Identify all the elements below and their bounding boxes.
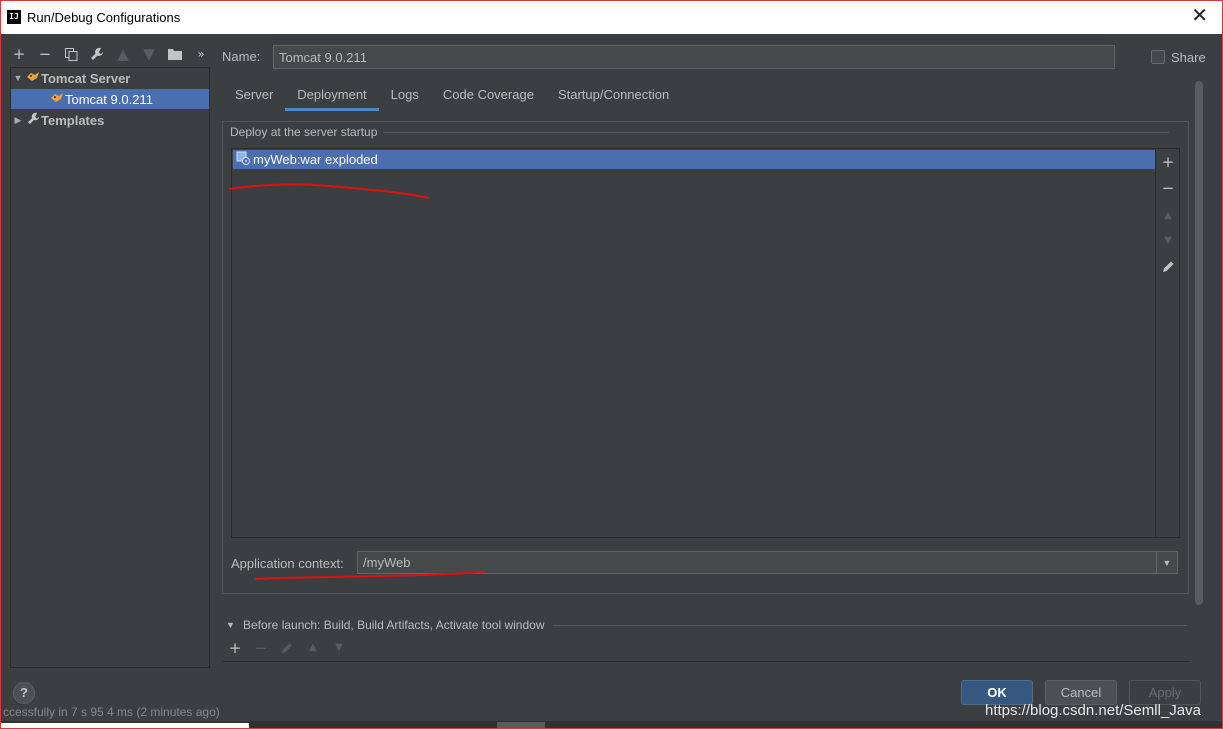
folder-icon[interactable] — [167, 46, 183, 62]
share-label[interactable]: Share — [1171, 50, 1206, 65]
edit-pencil-icon[interactable] — [1159, 257, 1177, 275]
tree-item-label: Tomcat 9.0.211 — [65, 91, 153, 107]
before-launch-toolbar: + − ▲ ▼ — [227, 640, 347, 656]
watermark-text: https://blog.csdn.net/Semll_Java — [985, 702, 1201, 719]
artifact-list[interactable]: myWeb:war exploded — [231, 148, 1156, 538]
name-input[interactable] — [273, 45, 1115, 69]
before-launch-title[interactable]: Before launch: Build, Build Artifacts, A… — [243, 618, 545, 632]
edit-task-icon — [279, 640, 295, 656]
move-down-icon: ▼ — [335, 642, 343, 653]
tomcat-icon — [49, 92, 65, 107]
application-context-value[interactable]: /myWeb — [363, 555, 410, 570]
before-launch-divider — [553, 625, 1187, 626]
config-toolbar: + − ▲ ▼ » — [11, 43, 209, 65]
tab-deployment[interactable]: Deployment — [285, 83, 379, 111]
intellij-app-icon: IJ — [7, 10, 21, 24]
artifact-label: myWeb:war exploded — [253, 152, 378, 167]
background-status-text: ccessfully in 7 s 95 4 ms (2 minutes ago… — [3, 707, 220, 719]
add-icon[interactable]: + — [11, 46, 27, 62]
expand-arrow-icon[interactable]: ▼ — [11, 73, 25, 83]
taskbar-segment — [497, 722, 545, 728]
group-divider — [379, 132, 1169, 133]
remove-icon[interactable]: − — [37, 46, 53, 62]
move-down-icon: ▼ — [143, 45, 155, 63]
remove-artifact-icon[interactable]: − — [1159, 179, 1177, 197]
collapse-arrow-icon[interactable]: ▼ — [226, 620, 235, 630]
wrench-icon — [25, 112, 41, 128]
configuration-tree: ▼ Tomcat Server Tomcat 9.0.211 ▶ Templat… — [10, 67, 210, 668]
move-down-icon: ▼ — [1164, 234, 1172, 246]
config-tabs: Server Deployment Logs Code Coverage Sta… — [223, 83, 681, 111]
tree-item-templates[interactable]: ▶ Templates — [11, 110, 209, 130]
artifact-icon — [233, 151, 253, 168]
tab-startup-connection[interactable]: Startup/Connection — [546, 83, 681, 111]
tab-code-coverage[interactable]: Code Coverage — [431, 83, 546, 111]
application-context-combo[interactable]: /myWeb ▼ — [357, 551, 1178, 574]
run-debug-dialog: IJ Run/Debug Configurations ✕ + − ▲ ▼ » … — [0, 0, 1223, 729]
tree-item-tomcat-config[interactable]: Tomcat 9.0.211 — [11, 89, 209, 109]
taskbar-segment — [1, 723, 249, 728]
chevron-down-icon[interactable]: ▼ — [1156, 552, 1177, 573]
move-up-icon: ▲ — [309, 642, 317, 653]
artifact-row[interactable]: myWeb:war exploded — [233, 150, 1155, 169]
share-checkbox[interactable] — [1151, 50, 1165, 64]
title-bar: IJ Run/Debug Configurations ✕ — [1, 1, 1222, 34]
close-icon[interactable]: ✕ — [1191, 5, 1208, 27]
add-artifact-icon[interactable]: + — [1159, 153, 1177, 171]
tree-item-label: Tomcat Server — [41, 70, 131, 86]
tree-item-tomcat-server[interactable]: ▼ Tomcat Server — [11, 68, 209, 88]
add-task-icon[interactable]: + — [227, 640, 243, 656]
tab-server[interactable]: Server — [223, 83, 285, 111]
tree-item-label: Templates — [41, 112, 105, 128]
deployment-group-title: Deploy at the server startup — [230, 125, 384, 139]
copy-icon[interactable] — [63, 46, 79, 62]
tab-logs[interactable]: Logs — [379, 83, 431, 111]
wrench-icon[interactable] — [89, 46, 105, 62]
application-context-label: Application context: — [231, 556, 344, 571]
name-label: Name: — [222, 49, 261, 64]
remove-task-icon: − — [254, 639, 268, 657]
before-launch-bottom-divider — [223, 661, 1189, 662]
window-title: Run/Debug Configurations — [27, 10, 181, 25]
vertical-scrollbar[interactable] — [1195, 81, 1203, 605]
taskbar-strip — [1, 721, 1222, 728]
artifact-actions: + − ▲ ▼ — [1156, 148, 1180, 538]
move-up-icon: ▲ — [117, 45, 129, 63]
collapse-arrow-icon[interactable]: ▶ — [11, 115, 25, 126]
move-up-icon: ▲ — [1164, 209, 1172, 221]
more-icon[interactable]: » — [193, 46, 209, 62]
help-button[interactable]: ? — [13, 682, 35, 704]
tomcat-icon — [25, 71, 41, 86]
